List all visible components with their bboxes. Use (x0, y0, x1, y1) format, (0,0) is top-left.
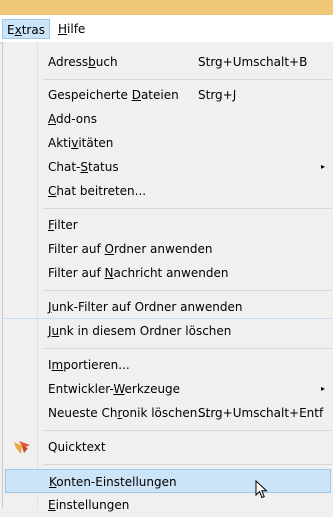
menu-hilfe-label-b: ilfe (67, 22, 86, 36)
menu-separator (43, 430, 332, 431)
menu-item-konten-einstellungen[interactable]: Konten-Einstellungen (5, 469, 331, 493)
item-label: Chat-Status (48, 160, 119, 174)
item-label: Neueste Chronik löschen... (48, 406, 209, 420)
menu-extras[interactable]: Extras (2, 19, 50, 39)
menu-extras-label-a: E (7, 23, 15, 37)
item-label: Konten-Einstellungen (49, 475, 177, 489)
item-shortcut: Strg+J (198, 88, 237, 102)
menu-item-einstellungen[interactable]: Einstellungen (3, 493, 332, 517)
menu-extras-label-b: tras (21, 23, 45, 37)
menu-separator (43, 79, 332, 80)
menu-item-gespeicherte-dateien[interactable]: Gespeicherte Dateien Strg+J (3, 83, 332, 107)
menu-separator (43, 290, 332, 291)
submenu-arrow-icon: ▸ (321, 384, 326, 393)
item-label: Gespeicherte Dateien (48, 88, 179, 102)
menu-item-aktivitaeten[interactable]: Aktivitäten (3, 131, 332, 155)
menu-item-chat-beitreten[interactable]: Chat beitreten... (3, 179, 332, 203)
menu-item-add-ons[interactable]: Add-ons (3, 107, 332, 131)
menu-item-entwickler-werkzeuge[interactable]: Entwickler-Werkzeuge ▸ (3, 377, 332, 401)
menu-item-junk-filter[interactable]: Junk-Filter auf Ordner anwenden (3, 295, 332, 319)
item-label: Importieren... (48, 358, 130, 372)
mouse-pointer-icon (255, 480, 268, 499)
item-label: Chat beitreten... (48, 184, 147, 198)
item-label: Quicktext (48, 440, 106, 454)
item-label: Entwickler-Werkzeuge (48, 382, 181, 396)
menu-item-quicktext[interactable]: Quicktext (3, 435, 332, 459)
item-label: Filter auf Ordner anwenden (48, 242, 213, 256)
menu-item-filter-nachricht[interactable]: Filter auf Nachricht anwenden (3, 261, 332, 285)
menu-item-junk-loeschen[interactable]: Junk in diesem Ordner löschen (3, 319, 332, 343)
menu-extras-accel: x (14, 23, 22, 37)
menu-item-adressbuch[interactable]: Adressbuch Strg+Umschalt+B (3, 50, 332, 74)
item-label: Einstellungen (48, 498, 130, 512)
menu-separator (43, 208, 332, 209)
item-label: Junk in diesem Ordner löschen (48, 324, 232, 338)
item-label: Filter (48, 218, 78, 232)
item-label: Filter auf Nachricht anwenden (48, 266, 229, 280)
item-shortcut: Strg+Umschalt+Entf (198, 406, 324, 420)
menu-item-chronik-loeschen[interactable]: Neueste Chronik löschen... Strg+Umschalt… (3, 401, 332, 425)
menu-hilfe-accel: H (58, 22, 68, 36)
menu-hilfe[interactable]: Hilfe (54, 19, 89, 39)
item-shortcut: Strg+Umschalt+B (198, 55, 308, 69)
submenu-arrow-icon: ▸ (321, 162, 326, 171)
window-top-strip (0, 0, 333, 15)
extras-dropdown-menu: Adressbuch Strg+Umschalt+B Gespeicherte … (2, 42, 333, 512)
item-label: Aktivitäten (48, 136, 114, 150)
menu-separator (43, 464, 332, 465)
menu-bar: Extras Hilfe (0, 15, 333, 43)
quicktext-icon (14, 441, 30, 454)
menu-separator (43, 348, 332, 349)
item-label: Junk-Filter auf Ordner anwenden (48, 300, 243, 314)
item-label: Add-ons (48, 112, 97, 126)
menu-item-filter[interactable]: Filter (3, 213, 332, 237)
menu-item-chat-status[interactable]: Chat-Status ▸ (3, 155, 332, 179)
menu-item-filter-ordner[interactable]: Filter auf Ordner anwenden (3, 237, 332, 261)
menu-item-importieren[interactable]: Importieren... (3, 353, 332, 377)
item-label: Adressbuch (48, 55, 118, 69)
